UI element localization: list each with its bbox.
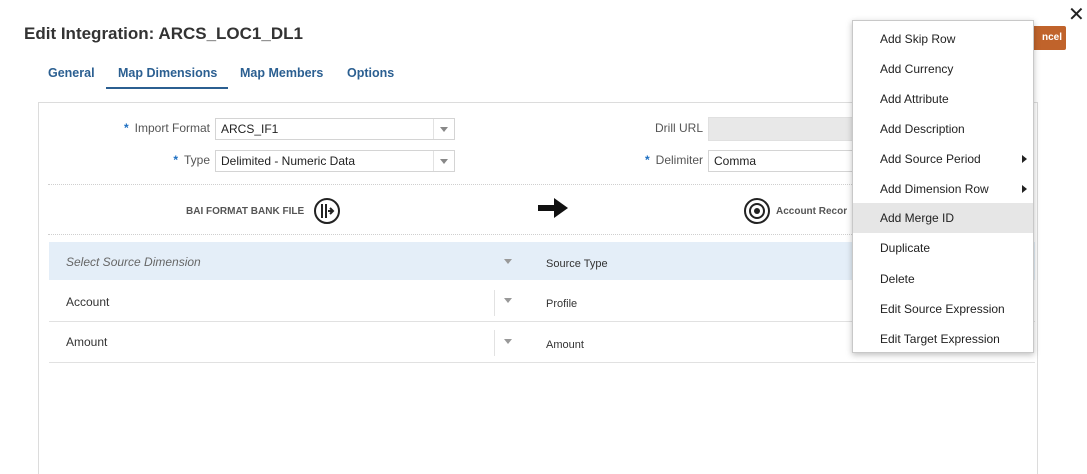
menu-item-add-merge-id[interactable]: Add Merge ID xyxy=(853,203,1033,233)
type-select[interactable]: Delimited - Numeric Data xyxy=(215,150,455,172)
source-type-cell: Amount xyxy=(546,339,584,351)
type-label: * Type xyxy=(173,153,210,167)
tab-map-members[interactable]: Map Members xyxy=(240,66,323,80)
divider xyxy=(494,290,495,316)
menu-item-add-attribute[interactable]: Add Attribute xyxy=(853,84,1033,114)
target-system-label: Account Recor xyxy=(776,206,848,217)
source-type-cell: Profile xyxy=(546,298,578,310)
source-system-label: BAI FORMAT BANK FILE xyxy=(186,206,305,217)
close-icon[interactable]: ✕ xyxy=(1068,2,1085,27)
type-value: Delimited - Numeric Data xyxy=(221,154,356,168)
target-icon xyxy=(744,198,770,224)
source-dimension-placeholder[interactable]: Select Source Dimension xyxy=(66,255,201,269)
chevron-right-icon xyxy=(1022,185,1027,193)
drill-url-label: Drill URL xyxy=(655,121,703,135)
delimiter-label: * Delimiter xyxy=(644,153,703,167)
import-format-select[interactable]: ARCS_IF1 xyxy=(215,118,455,140)
chevron-right-icon xyxy=(1022,155,1027,163)
divider xyxy=(494,330,495,356)
import-format-label: * Import Format xyxy=(123,121,210,135)
required-marker: * xyxy=(173,153,178,167)
active-tab-indicator xyxy=(106,87,228,89)
delimiter-select[interactable]: Comma xyxy=(708,150,853,172)
drill-url-field[interactable] xyxy=(708,117,853,141)
tab-map-dimensions[interactable]: Map Dimensions xyxy=(118,66,217,80)
menu-item-edit-target-expression[interactable]: Edit Target Expression xyxy=(853,324,1033,354)
dimension-cell[interactable]: Account xyxy=(66,295,109,309)
context-menu: Add Skip Row Add Currency Add Attribute … xyxy=(852,20,1034,353)
chevron-down-icon[interactable] xyxy=(504,259,512,264)
row-divider xyxy=(49,362,1035,363)
delimiter-value: Comma xyxy=(714,154,757,168)
chevron-down-icon[interactable] xyxy=(433,119,454,139)
cancel-button[interactable]: ncel xyxy=(1030,26,1066,50)
menu-item-add-dimension-row[interactable]: Add Dimension Row xyxy=(853,174,1033,204)
chevron-down-icon[interactable] xyxy=(504,339,512,344)
chevron-down-icon[interactable] xyxy=(504,298,512,303)
tab-general[interactable]: General xyxy=(48,66,95,80)
required-marker: * xyxy=(644,153,650,167)
chevron-down-icon[interactable] xyxy=(433,151,454,171)
page-title: Edit Integration: ARCS_LOC1_DL1 xyxy=(24,24,303,43)
right-arrow-icon xyxy=(538,197,570,224)
import-arrow-icon xyxy=(314,198,340,224)
required-marker: * xyxy=(123,121,129,135)
menu-item-delete[interactable]: Delete xyxy=(853,264,1033,294)
menu-item-add-currency[interactable]: Add Currency xyxy=(853,54,1033,84)
menu-item-duplicate[interactable]: Duplicate xyxy=(853,233,1033,263)
menu-item-edit-source-expression[interactable]: Edit Source Expression xyxy=(853,294,1033,324)
import-format-value: ARCS_IF1 xyxy=(221,122,279,136)
menu-item-add-source-period[interactable]: Add Source Period xyxy=(853,144,1033,174)
menu-item-add-skip-row[interactable]: Add Skip Row xyxy=(853,24,1033,54)
dimension-cell[interactable]: Amount xyxy=(66,335,107,349)
tab-options[interactable]: Options xyxy=(347,66,394,80)
menu-item-add-description[interactable]: Add Description xyxy=(853,114,1033,144)
source-type-header: Source Type xyxy=(546,258,608,270)
